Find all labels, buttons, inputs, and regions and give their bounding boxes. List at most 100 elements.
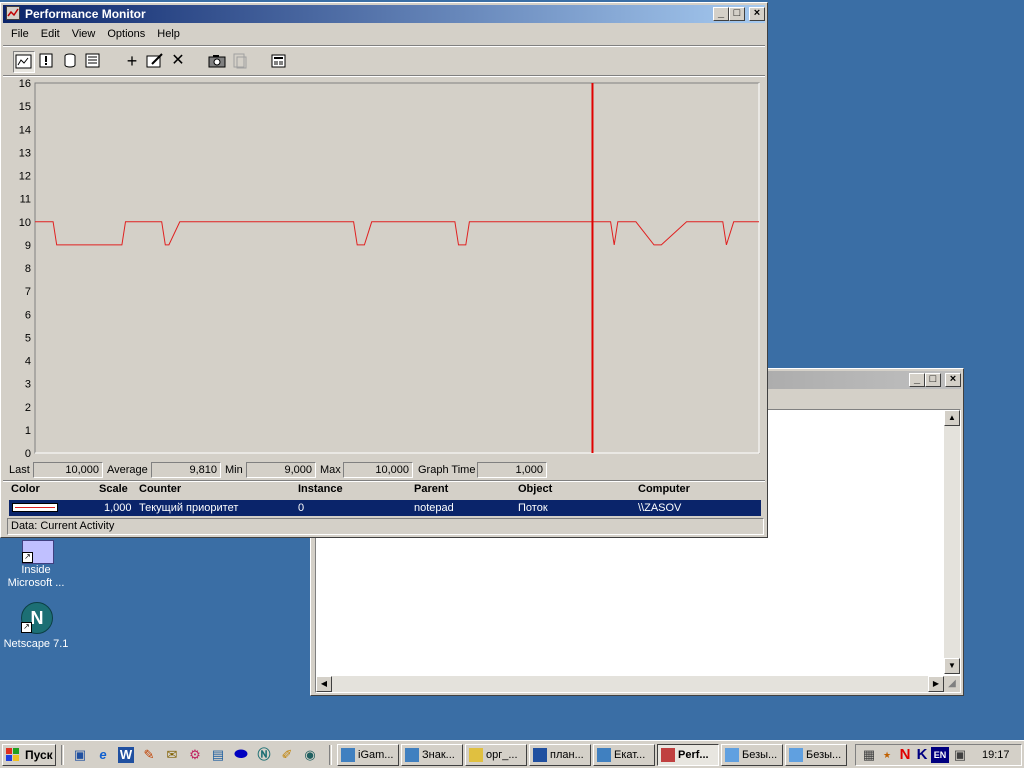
task-button-notepad-2[interactable]: Безы... <box>785 744 847 766</box>
network-tray-icon[interactable]: ▦ <box>861 747 877 763</box>
scroll-right-button[interactable]: ▶ <box>928 676 944 692</box>
tray-app-icon[interactable]: ★ <box>879 747 895 763</box>
word-icon <box>533 748 547 762</box>
y-tick-label: 7 <box>25 286 31 298</box>
legend-header-computer: Computer <box>638 483 690 495</box>
delete-counter-icon[interactable]: ✕ <box>167 51 189 73</box>
size-grip-icon[interactable]: ◢ <box>944 676 960 692</box>
legend-separator <box>3 480 765 482</box>
notepad-icon <box>789 748 803 762</box>
desktop-icon-label: Inside <box>21 564 51 576</box>
close-button[interactable]: × <box>749 7 765 21</box>
menu-options[interactable]: Options <box>101 25 151 43</box>
y-tick-label: 9 <box>25 240 31 252</box>
word-icon[interactable]: W <box>118 747 134 763</box>
clock: 19:17 <box>982 749 1010 761</box>
report-view-icon[interactable] <box>82 51 104 73</box>
minimize-button[interactable]: _ <box>713 7 729 21</box>
task-button-ekat[interactable]: Екат... <box>593 744 655 766</box>
graph-time-label: Graph Time <box>418 464 476 476</box>
update-data-icon[interactable] <box>229 51 251 73</box>
y-tick-label: 13 <box>19 147 31 159</box>
min-label: Min <box>225 464 243 476</box>
legend-header-parent: Parent <box>414 483 449 495</box>
quick-launch-app-icon[interactable]: ✐ <box>279 747 295 763</box>
quick-launch-app-icon[interactable]: ⬬ <box>233 747 249 763</box>
graph-time-value: 1,000 <box>477 462 547 478</box>
plot-area <box>34 82 760 454</box>
start-label: Пуск <box>25 748 53 762</box>
tray-app-icon[interactable]: ▣ <box>952 747 968 763</box>
menu-help[interactable]: Help <box>151 25 186 43</box>
legend-header-scale: Scale <box>99 483 128 495</box>
horizontal-scrollbar[interactable]: ◀ ▶ <box>316 676 944 692</box>
y-tick-label: 14 <box>19 124 31 136</box>
show-desktop-icon[interactable]: ▣ <box>72 747 88 763</box>
log-view-icon[interactable] <box>59 51 81 73</box>
quick-launch-app-icon[interactable]: ✉ <box>164 747 180 763</box>
maximize-button[interactable]: □ <box>925 373 941 387</box>
start-button[interactable]: Пуск <box>2 744 56 766</box>
shortcut-arrow-icon: ↗ <box>22 552 33 563</box>
app-icon <box>597 748 611 762</box>
scroll-down-button[interactable]: ▼ <box>944 658 960 674</box>
legend-header-instance: Instance <box>298 483 343 495</box>
menu-edit[interactable]: Edit <box>35 25 66 43</box>
desktop-icon-inside-microsoft[interactable]: ↗ Inside Microsoft ... <box>0 540 72 590</box>
y-tick-label: 3 <box>25 379 31 391</box>
snapshot-icon[interactable] <box>206 51 228 73</box>
y-tick-label: 15 <box>19 101 31 113</box>
task-button-perfmon[interactable]: Perf... <box>657 744 719 766</box>
legend-row-counter: Текущий приоритет <box>139 502 239 514</box>
perfmon-icon <box>661 748 675 762</box>
quick-launch-app-icon[interactable]: ◉ <box>302 747 318 763</box>
desktop-icon-netscape[interactable]: N ↗ Netscape 7.1 <box>0 600 72 652</box>
tray-k-icon[interactable]: K <box>914 747 930 763</box>
tray-n-icon[interactable]: N <box>897 747 913 763</box>
legend-header-counter: Counter <box>139 483 182 495</box>
y-tick-label: 1 <box>25 425 31 437</box>
chart-view-icon[interactable] <box>13 51 35 73</box>
language-indicator[interactable]: EN <box>931 747 949 763</box>
menu-view[interactable]: View <box>66 25 102 43</box>
y-tick-label: 5 <box>25 332 31 344</box>
menu-file[interactable]: File <box>5 25 35 43</box>
y-tick-label: 4 <box>25 356 31 368</box>
perfmon-app-icon[interactable] <box>6 6 20 20</box>
alert-view-icon[interactable] <box>36 51 58 73</box>
add-counter-icon[interactable]: + <box>121 51 143 73</box>
scroll-up-button[interactable]: ▲ <box>944 410 960 426</box>
task-button-znak[interactable]: Знак... <box>401 744 463 766</box>
quick-launch-app-icon[interactable]: ▤ <box>210 747 226 763</box>
legend-row-instance: 0 <box>298 502 305 514</box>
close-button[interactable]: × <box>945 373 961 387</box>
windows-logo-icon <box>6 748 21 762</box>
minimize-button[interactable]: _ <box>909 373 925 387</box>
edit-counter-icon[interactable] <box>144 51 166 73</box>
app-icon <box>341 748 355 762</box>
app-icon <box>405 748 419 762</box>
legend-row-computer: \\ZASOV <box>638 502 682 514</box>
average-value: 9,810 <box>151 462 221 478</box>
quick-launch-app-icon[interactable]: ✎ <box>141 747 157 763</box>
maximize-button[interactable]: □ <box>729 7 745 21</box>
min-value: 9,000 <box>246 462 316 478</box>
y-tick-label: 6 <box>25 309 31 321</box>
perfmon-titlebar[interactable]: Performance Monitor _ □ × <box>3 5 765 23</box>
max-value: 10,000 <box>343 462 413 478</box>
netscape-quick-icon[interactable]: Ⓝ <box>256 747 272 763</box>
scroll-left-button[interactable]: ◀ <box>316 676 332 692</box>
internet-explorer-icon[interactable]: e <box>95 747 111 763</box>
vertical-scrollbar[interactable]: ▲ ▼ <box>944 410 960 674</box>
performance-chart: 012345678910111213141516 <box>19 78 760 459</box>
status-text: Data: Current Activity <box>11 520 115 532</box>
task-button-igam[interactable]: iGam... <box>337 744 399 766</box>
task-button-org[interactable]: орг_... <box>465 744 527 766</box>
legend-header-object: Object <box>518 483 553 495</box>
task-button-notepad-1[interactable]: Безы... <box>721 744 783 766</box>
desktop-icon-label: Microsoft ... <box>7 577 65 589</box>
quick-launch-app-icon[interactable]: ⚙ <box>187 747 203 763</box>
desktop-icon-label: Netscape 7.1 <box>3 638 69 650</box>
task-button-plan[interactable]: план... <box>529 744 591 766</box>
options-icon[interactable] <box>268 51 290 73</box>
